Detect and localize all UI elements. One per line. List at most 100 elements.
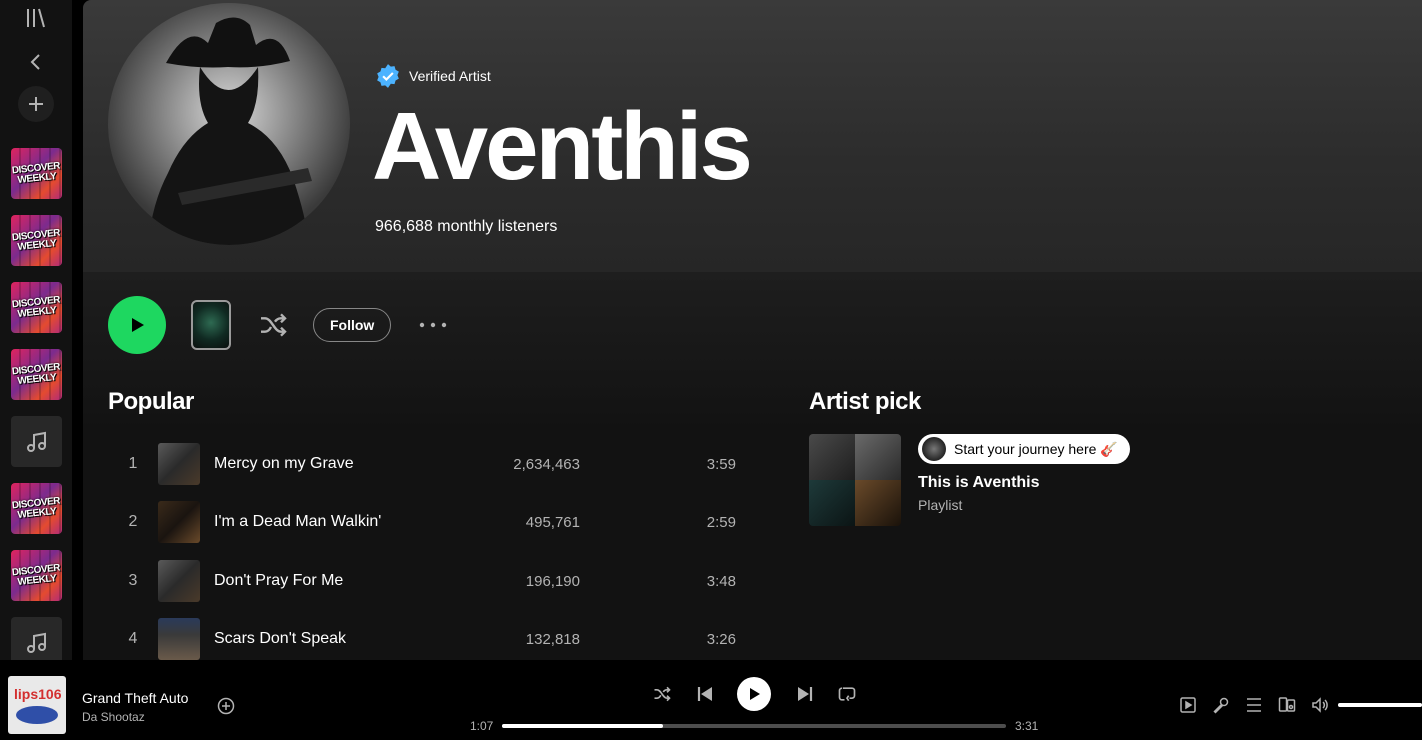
popular-heading: Popular: [108, 388, 194, 415]
track-cover: [158, 501, 200, 543]
track-title[interactable]: I'm a Dead Man Walkin': [214, 513, 381, 531]
sidebar-playlist-discover-weekly[interactable]: DISCOVER WEEKLY: [11, 349, 62, 400]
artist-pick-type: Playlist: [918, 497, 963, 513]
more-options-button[interactable]: [413, 305, 453, 345]
playlist-tile-label: DISCOVER WEEKLY: [11, 495, 61, 521]
volume-icon: [1312, 697, 1328, 713]
track-title[interactable]: Mercy on my Grave: [214, 455, 354, 473]
track-cover: [158, 560, 200, 602]
total-time: 3:31: [1015, 719, 1039, 733]
artist-pick-message: Start your journey here 🎸: [954, 440, 1118, 457]
track-cover: [158, 618, 200, 660]
artist-header: Verified Artist Aventhis 966,688 monthly…: [83, 0, 1422, 272]
play-icon: [750, 688, 760, 700]
track-number: 1: [128, 455, 138, 472]
lyrics-button[interactable]: [1211, 695, 1231, 715]
action-bar: Follow: [108, 296, 453, 354]
track-row[interactable]: 2 I'm a Dead Man Walkin' 495,761 2:59: [108, 495, 758, 549]
track-number: 4: [128, 630, 138, 647]
verified-label: Verified Artist: [409, 68, 491, 84]
artist-pick-badge: Start your journey here 🎸: [918, 434, 1130, 464]
progress-bar[interactable]: [502, 724, 1006, 728]
artist-pick-cover[interactable]: [809, 434, 901, 526]
more-icon: [420, 322, 447, 328]
player-bar: lips106 Grand Theft Auto Da Shootaz 1:07…: [0, 660, 1422, 740]
sidebar-playlist-discover-weekly[interactable]: DISCOVER WEEKLY: [11, 148, 62, 199]
previous-button[interactable]: [691, 680, 719, 708]
track-duration: 2:59: [706, 513, 736, 531]
verified-artist-badge: Verified Artist: [375, 63, 491, 89]
now-playing-view-icon: [1180, 697, 1196, 713]
artist-pick-title[interactable]: This is Aventhis: [918, 474, 1040, 492]
sidebar: DISCOVER WEEKLY DISCOVER WEEKLY DISCOVER…: [0, 0, 72, 668]
skip-forward-icon: [798, 687, 813, 701]
lips-art: [16, 706, 58, 724]
track-number: 3: [128, 572, 138, 589]
volume-slider[interactable]: [1338, 703, 1422, 707]
track-duration: 3:48: [706, 572, 736, 590]
progress-fill: [502, 724, 664, 728]
verified-icon: [377, 64, 399, 88]
track-row[interactable]: 1 Mercy on my Grave 2,634,463 3:59: [108, 437, 758, 491]
play-pause-button[interactable]: [737, 677, 771, 711]
playlist-tile-label: DISCOVER WEEKLY: [11, 294, 61, 320]
sidebar-playlist-discover-weekly[interactable]: DISCOVER WEEKLY: [11, 215, 62, 266]
elapsed-time: 1:07: [470, 719, 494, 733]
skip-back-icon: [697, 687, 712, 701]
add-circle-icon: [217, 697, 235, 715]
playlist-tile-label: DISCOVER WEEKLY: [11, 160, 61, 186]
sidebar-playlist-note[interactable]: [11, 416, 62, 467]
volume-fill: [1338, 703, 1422, 707]
play-button[interactable]: [108, 296, 166, 354]
now-playing-view-button[interactable]: [1178, 695, 1198, 715]
repeat-button[interactable]: [833, 680, 861, 708]
track-cover: [158, 443, 200, 485]
music-note-icon: [26, 431, 46, 452]
track-plays: 2,634,463: [513, 455, 580, 473]
library-icon[interactable]: [18, 0, 54, 36]
microphone-icon: [1213, 697, 1229, 714]
devices-icon: [1278, 697, 1296, 712]
now-playing-artist[interactable]: Da Shootaz: [82, 710, 145, 724]
artist-pick-heading: Artist pick: [809, 388, 921, 415]
track-duration: 3:59: [706, 455, 736, 473]
add-to-library-button[interactable]: [216, 696, 236, 716]
add-icon[interactable]: [18, 86, 54, 122]
sidebar-playlist-discover-weekly[interactable]: DISCOVER WEEKLY: [11, 282, 62, 333]
playlist-tile-label: DISCOVER WEEKLY: [11, 361, 61, 387]
artist-image: [108, 3, 350, 245]
artist-name: Aventhis: [372, 93, 753, 200]
playlist-tile-label: DISCOVER WEEKLY: [11, 227, 61, 253]
track-plays: 132,818: [525, 630, 580, 648]
cover-text: lips106: [14, 686, 62, 702]
track-duration: 3:26: [706, 630, 736, 648]
repeat-icon: [838, 687, 856, 702]
shuffle-icon: [654, 686, 671, 702]
next-button[interactable]: [791, 680, 819, 708]
play-icon: [132, 318, 144, 332]
queue-button[interactable]: [1244, 695, 1264, 715]
volume-button[interactable]: [1310, 695, 1330, 715]
follow-button[interactable]: Follow: [313, 308, 392, 342]
playlist-tile-label: DISCOVER WEEKLY: [11, 562, 61, 588]
monthly-listeners: 966,688 monthly listeners: [375, 218, 558, 235]
track-plays: 495,761: [525, 513, 580, 531]
track-plays: 196,190: [525, 572, 580, 590]
music-note-icon: [26, 632, 46, 653]
artist-avatar: [922, 437, 946, 461]
track-row[interactable]: 3 Don't Pray For Me 196,190 3:48: [108, 554, 758, 608]
shuffle-icon: [261, 313, 287, 337]
shuffle-button[interactable]: [253, 305, 293, 345]
artist-cover-thumbnail[interactable]: [191, 300, 231, 350]
now-playing-cover[interactable]: lips106: [8, 676, 66, 734]
connect-device-button[interactable]: [1277, 695, 1297, 715]
track-title[interactable]: Scars Don't Speak: [214, 630, 346, 648]
shuffle-button[interactable]: [648, 680, 676, 708]
sidebar-playlist-discover-weekly[interactable]: DISCOVER WEEKLY: [11, 483, 62, 534]
back-icon[interactable]: [18, 44, 54, 80]
track-row[interactable]: 4 Scars Don't Speak 132,818 3:26: [108, 612, 758, 660]
now-playing-title[interactable]: Grand Theft Auto: [82, 690, 188, 706]
track-title[interactable]: Don't Pray For Me: [214, 572, 343, 590]
main-view: Verified Artist Aventhis 966,688 monthly…: [83, 0, 1422, 660]
sidebar-playlist-discover-weekly[interactable]: DISCOVER WEEKLY: [11, 550, 62, 601]
